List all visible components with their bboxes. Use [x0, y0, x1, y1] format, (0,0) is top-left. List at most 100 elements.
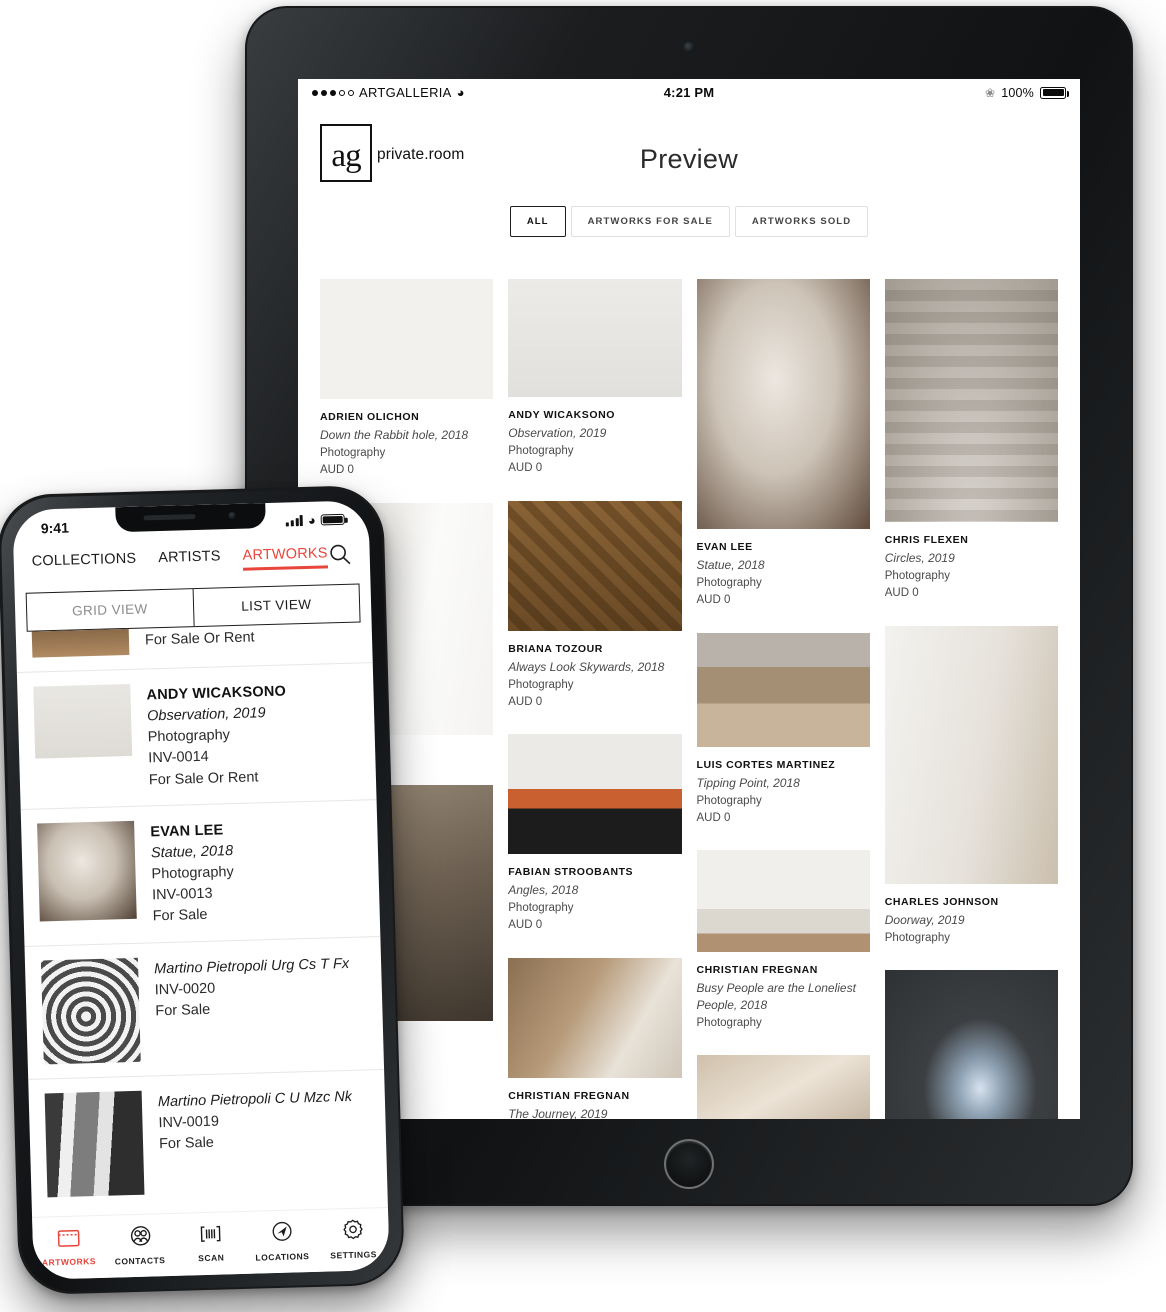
artwork-grid: ADRIEN OLICHON Down the Rabbit hole, 201…	[298, 237, 1080, 1119]
artwork-card[interactable]: ADRIEN OLICHON Down the Rabbit hole, 201…	[320, 279, 494, 479]
filter-tab-for-sale[interactable]: ARTWORKS FOR SALE	[570, 206, 730, 237]
artwork-medium: Photography	[508, 678, 574, 691]
artwork-card[interactable]: EVAN LEE Statue, 2018 Photography AUD 0	[696, 279, 870, 609]
artwork-title: Always Look Skywards, 2018	[508, 659, 665, 674]
list-view-button[interactable]: LIST VIEW	[193, 583, 361, 628]
artwork-artist: CHARLES JOHNSON	[884, 895, 999, 908]
artwork-medium: Photography	[884, 569, 950, 582]
tablet-home-button[interactable]	[664, 1139, 714, 1189]
bluetooth-icon: ❀	[984, 85, 996, 100]
scan-barcode-icon	[198, 1223, 223, 1249]
search-icon[interactable]	[327, 542, 352, 572]
artwork-title: Down the Rabbit hole, 2018	[320, 427, 469, 442]
artwork-card[interactable]: ANDY WICAKSONO Observation, 2019 Photogr…	[508, 279, 682, 477]
tab-artworks[interactable]: ARTWORKS	[242, 545, 328, 570]
grid-column-3: EVAN LEE Statue, 2018 Photography AUD 0 …	[696, 279, 870, 1119]
tab-collections[interactable]: COLLECTIONS	[32, 551, 137, 577]
artwork-medium: Photography	[884, 931, 950, 944]
artwork-card[interactable]: CHRIS FLEXEN Circles, 2019 Photography A…	[884, 279, 1058, 602]
artwork-list: For Sale Or Rent ANDY WICAKSONO Observat…	[15, 622, 388, 1212]
list-item[interactable]: ANDY WICAKSONO Observation, 2019 Photogr…	[16, 663, 377, 810]
tab-bar-item-scan[interactable]: SCAN	[176, 1222, 245, 1263]
list-item[interactable]: Martino Pietropoli C U Mzc Nk INV-0019 F…	[28, 1070, 388, 1212]
artwork-price: AUD 0	[508, 462, 543, 475]
tab-bar-item-contacts[interactable]: CONTACTS	[105, 1223, 174, 1266]
artwork-image	[508, 279, 682, 397]
cellular-bars-icon	[286, 515, 304, 527]
filter-tab-all[interactable]: ALL	[509, 206, 566, 237]
artwork-artist: BRIANA TOZOUR	[508, 642, 603, 655]
list-item-status: For Sale Or Rent	[144, 629, 255, 649]
artwork-artist: CHRISTIAN FREGNAN	[696, 964, 818, 977]
artwork-price: AUD 0	[320, 464, 354, 477]
settings-gear-icon	[341, 1218, 365, 1247]
artwork-image	[884, 625, 1058, 884]
artwork-title: Angles, 2018	[508, 883, 579, 898]
phone-clock-label: 9:41	[40, 519, 70, 536]
artwork-image	[508, 734, 682, 855]
artwork-medium: Photography	[508, 444, 574, 457]
list-item-inventory: INV-0013	[151, 885, 213, 904]
list-item-status: For Sale	[155, 1001, 211, 1020]
artwork-card[interactable]: FABIAN STROOBANTS Angles, 2018 Photograp…	[508, 734, 682, 934]
list-item-thumbnail	[40, 957, 141, 1065]
tab-bar-label: SCAN	[198, 1251, 225, 1263]
list-item-thumbnail	[33, 683, 133, 759]
list-item-artist: EVAN LEE	[150, 822, 224, 841]
earpiece-speaker-icon	[143, 514, 196, 521]
battery-icon	[1040, 86, 1069, 99]
artwork-image	[884, 969, 1058, 1119]
artwork-card[interactable]: CHRISTIAN FREGNAN Busy People are the Lo…	[696, 850, 870, 1031]
artwork-medium: Photography	[696, 1017, 762, 1030]
list-item-status: For Sale	[158, 1134, 215, 1153]
artwork-image	[884, 279, 1058, 522]
battery-icon	[320, 513, 345, 526]
contacts-people-icon	[127, 1224, 152, 1252]
phone-device: 9:41 ◕ COLLECTIONS ARTISTS ARTWORKS GRID…	[0, 484, 406, 1296]
artwork-artist: FABIAN STROOBANTS	[508, 866, 634, 879]
phone-screen: 9:41 ◕ COLLECTIONS ARTISTS ARTWORKS GRID…	[12, 500, 390, 1280]
grid-column-4: CHRIS FLEXEN Circles, 2019 Photography A…	[884, 279, 1058, 1119]
list-item[interactable]: Martino Pietropoli Urg Cs T Fx INV-0020 …	[24, 936, 385, 1080]
tablet-screen: ARTGALLERIA ◕ 4:21 PM ❀ 100% ag private.…	[298, 79, 1080, 1119]
tab-bar-label: SETTINGS	[330, 1249, 377, 1261]
artwork-image	[696, 850, 870, 953]
list-item-thumbnail	[44, 1090, 145, 1197]
artwork-card[interactable]: LUIS CORTES MARTINEZ Tipping Point, 2018…	[696, 632, 870, 827]
page-title: Preview	[639, 144, 739, 174]
list-item[interactable]: EVAN LEE Statue, 2018 Photography INV-00…	[20, 799, 381, 947]
artwork-artist: EVAN LEE	[696, 541, 753, 553]
artwork-price: AUD 0	[508, 695, 543, 708]
artwork-image	[508, 957, 682, 1078]
artwork-medium: Photography	[696, 794, 762, 807]
artwork-card[interactable]: CHRISTIAN FREGNAN The Journey, 2019 Phot…	[508, 957, 682, 1119]
artwork-card[interactable]	[696, 1055, 870, 1119]
filter-tab-group: ALL ARTWORKS FOR SALE ARTWORKS SOLD	[298, 206, 1080, 237]
list-item-thumbnail	[37, 820, 137, 922]
artwork-price: AUD 0	[696, 811, 731, 824]
artwork-card[interactable]: BRIANA TOZOUR Always Look Skywards, 2018…	[508, 500, 682, 711]
artwork-title: The Journey, 2019	[508, 1106, 608, 1119]
artwork-title: Statue, 2018	[696, 557, 765, 572]
tablet-header: ag private.room Preview	[298, 106, 1080, 202]
artwork-medium: Photography	[696, 576, 762, 589]
tab-bar-item-settings[interactable]: SETTINGS	[319, 1217, 388, 1261]
list-item-status: For Sale Or Rent	[148, 768, 259, 789]
tab-bar-item-artworks[interactable]: ARTWORKS	[34, 1226, 103, 1267]
clock-label: 4:21 PM	[663, 85, 715, 100]
filter-tab-sold[interactable]: ARTWORKS SOLD	[734, 206, 869, 237]
grid-view-button[interactable]: GRID VIEW	[25, 588, 195, 632]
phone-tab-bar: ARTWORKS CONTACTS SCAN LOCATIONS SETTING…	[32, 1207, 390, 1280]
tab-artists[interactable]: ARTISTS	[158, 548, 221, 573]
artwork-card[interactable]: CHARLES JOHNSON Doorway, 2019 Photograph…	[884, 625, 1058, 946]
tab-bar-item-locations[interactable]: LOCATIONS	[247, 1219, 316, 1263]
artwork-card[interactable]	[884, 969, 1058, 1119]
tab-bar-label: ARTWORKS	[41, 1255, 97, 1268]
artwork-artist: CHRIS FLEXEN	[884, 534, 969, 546]
phone-notch	[115, 503, 266, 533]
tab-bar-label: LOCATIONS	[255, 1251, 310, 1263]
artwork-artist: ADRIEN OLICHON	[320, 411, 420, 423]
locations-compass-icon	[270, 1220, 294, 1249]
phone-nav-tabs: COLLECTIONS ARTISTS ARTWORKS	[13, 531, 370, 584]
artwork-title: Observation, 2019	[508, 425, 607, 440]
